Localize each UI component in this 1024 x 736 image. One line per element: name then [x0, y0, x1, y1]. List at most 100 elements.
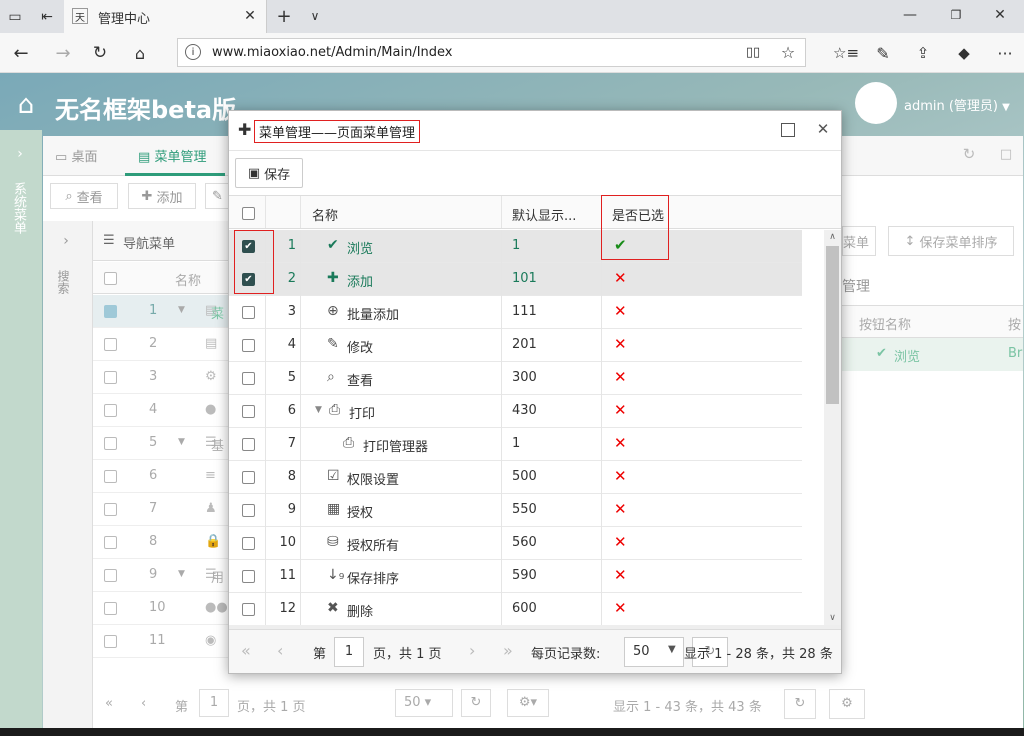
- favorites-icon[interactable]: ☆≡: [833, 42, 859, 64]
- save-sort-button[interactable]: ↕ 保存菜单排序: [888, 226, 1014, 256]
- nav-row-checkbox[interactable]: [104, 569, 117, 582]
- nav-grid-row[interactable]: 7 ♟: [93, 493, 233, 526]
- col-selected-header[interactable]: 是否已选: [612, 205, 664, 224]
- nav-row-checkbox[interactable]: [104, 305, 117, 318]
- search-expand-icon[interactable]: ›: [60, 233, 72, 249]
- nav-row-checkbox[interactable]: [104, 338, 117, 351]
- nav-tree-caret-icon[interactable]: ▼: [178, 437, 185, 447]
- nav-row-checkbox[interactable]: [104, 404, 117, 417]
- nav-select-all-checkbox[interactable]: [104, 272, 117, 285]
- back-tabs-icon[interactable]: ⇤: [38, 8, 56, 26]
- nav-grid-row[interactable]: 10 ●●: [93, 592, 233, 625]
- dialog-close-icon[interactable]: ✕: [815, 120, 831, 138]
- right-settings-icon[interactable]: ⚙: [829, 689, 865, 719]
- bg-page-input[interactable]: 1: [199, 689, 229, 717]
- new-tab-icon[interactable]: +: [274, 6, 294, 27]
- tab-menu-manage[interactable]: ▤ 菜单管理: [138, 146, 206, 165]
- vertical-scrollbar[interactable]: ∧ ∨: [824, 230, 841, 625]
- right-refresh-icon[interactable]: ↻: [784, 689, 816, 719]
- bg-refresh-icon[interactable]: ↻: [461, 689, 491, 717]
- first-page-icon[interactable]: «: [241, 641, 251, 660]
- nav-row-checkbox[interactable]: [104, 437, 117, 450]
- favorite-star-icon[interactable]: ☆: [778, 42, 798, 62]
- nav-row-checkbox[interactable]: [104, 536, 117, 549]
- nav-row-checkbox[interactable]: [104, 602, 117, 615]
- dialog-row[interactable]: 11 ↓₉ 保存排序 590 ✕: [229, 560, 802, 593]
- side-menu-label[interactable]: 系统菜单: [11, 182, 28, 234]
- nav-row-checkbox[interactable]: [104, 371, 117, 384]
- pen-icon[interactable]: ✎: [872, 42, 894, 64]
- nav-row-checkbox[interactable]: [104, 470, 117, 483]
- bg-settings-icon[interactable]: ⚙▾: [507, 689, 549, 717]
- restore-icon[interactable]: ❐: [948, 7, 964, 23]
- nav-grid-row[interactable]: 8 🔒: [93, 526, 233, 559]
- more-icon[interactable]: ···: [994, 42, 1016, 64]
- avatar[interactable]: [855, 82, 897, 124]
- window-close-icon[interactable]: ✕: [992, 7, 1008, 23]
- row-checkbox[interactable]: ✔: [242, 273, 255, 286]
- info-icon[interactable]: i: [185, 44, 201, 60]
- select-all-checkbox[interactable]: [242, 207, 255, 220]
- row-checkbox[interactable]: [242, 339, 255, 352]
- nav-grid-row[interactable]: 4 ●: [93, 394, 233, 427]
- dialog-row[interactable]: ✔ 2 ✚ 添加 101 ✕: [229, 263, 802, 296]
- dialog-row[interactable]: 12 ✖ 删除 600 ✕: [229, 593, 802, 625]
- edit-button[interactable]: ✎: [205, 183, 230, 209]
- nav-tree-caret-icon[interactable]: ▼: [178, 305, 185, 315]
- row-checkbox[interactable]: [242, 603, 255, 616]
- dialog-maximize-icon[interactable]: [781, 123, 795, 137]
- save-button[interactable]: ▣ 保存: [235, 158, 303, 188]
- user-menu[interactable]: admin (管理员) ▼: [904, 95, 1010, 114]
- col-name-header[interactable]: 名称: [312, 205, 338, 224]
- row-checkbox[interactable]: [242, 372, 255, 385]
- dialog-row[interactable]: 7 ⎙ 打印管理器 1 ✕: [229, 428, 802, 461]
- bg-first-page-icon[interactable]: «: [105, 696, 113, 711]
- dialog-row[interactable]: 8 ☑ 权限设置 500 ✕: [229, 461, 802, 494]
- reload-tab-icon[interactable]: ↻: [961, 145, 977, 163]
- nav-tree-caret-icon[interactable]: ▼: [178, 569, 185, 579]
- row-checkbox[interactable]: ✔: [242, 240, 255, 253]
- page-input[interactable]: 1: [334, 637, 364, 667]
- dialog-row[interactable]: 9 ▦ 授权 550 ✕: [229, 494, 802, 527]
- extension-icon[interactable]: ◆: [953, 42, 975, 64]
- row-checkbox[interactable]: [242, 405, 255, 418]
- bg-prev-page-icon[interactable]: ‹: [141, 696, 146, 711]
- forward-icon[interactable]: →: [52, 42, 74, 64]
- nav-grid-row[interactable]: 2 ▤: [93, 328, 233, 361]
- back-icon[interactable]: ←: [10, 42, 32, 64]
- dialog-row[interactable]: 5 ⌕ 查看 300 ✕: [229, 362, 802, 395]
- add-button[interactable]: ✚ 添加: [128, 183, 196, 209]
- chevron-down-icon[interactable]: ∨: [305, 6, 325, 26]
- row-checkbox[interactable]: [242, 537, 255, 550]
- right-grid-row[interactable]: ✔ 浏览 Br: [842, 338, 1023, 371]
- prev-page-icon[interactable]: ‹: [277, 641, 283, 660]
- refresh-icon[interactable]: ↻: [89, 42, 111, 64]
- row-checkbox[interactable]: [242, 471, 255, 484]
- col-default-header[interactable]: 默认显示...: [512, 205, 576, 224]
- row-checkbox[interactable]: [242, 438, 255, 451]
- bg-page-size-select[interactable]: 50 ▾: [395, 689, 453, 717]
- row-checkbox[interactable]: [242, 570, 255, 583]
- close-tab-icon[interactable]: ✕: [242, 8, 258, 24]
- page-size-select[interactable]: 50 ▼: [624, 637, 684, 667]
- home-icon[interactable]: ⌂: [129, 42, 151, 64]
- maximize-tab-icon[interactable]: □: [998, 146, 1014, 162]
- share-icon[interactable]: ⇪: [912, 42, 934, 64]
- nav-row-checkbox[interactable]: [104, 503, 117, 516]
- nav-grid-row[interactable]: 6 ≡: [93, 460, 233, 493]
- tab-manager-icon[interactable]: ▭: [6, 8, 24, 26]
- browser-tab[interactable]: 天 管理中心 ✕: [64, 0, 267, 33]
- menu-button[interactable]: 菜单: [842, 226, 876, 256]
- scrollbar-thumb[interactable]: [826, 246, 839, 404]
- row-checkbox[interactable]: [242, 306, 255, 319]
- tab-desktop[interactable]: ▭ 桌面: [55, 146, 97, 165]
- nav-grid-row[interactable]: 11 ◉: [93, 625, 233, 658]
- dialog-row[interactable]: 4 ✎ 修改 201 ✕: [229, 329, 802, 362]
- expand-chevron-icon[interactable]: ›: [12, 146, 28, 162]
- url-field[interactable]: i www.miaoxiao.net/Admin/Main/Index ▯▯ ☆: [177, 38, 806, 67]
- dialog-row[interactable]: 3 ⊕ 批量添加 111 ✕: [229, 296, 802, 329]
- scroll-down-icon[interactable]: ∨: [827, 613, 838, 623]
- reading-view-icon[interactable]: ▯▯: [744, 43, 762, 61]
- dialog-row[interactable]: ✔ 1 ✔ 浏览 1 ✔: [229, 230, 802, 263]
- dialog-row[interactable]: 6 ▼ ⎙ 打印 430 ✕: [229, 395, 802, 428]
